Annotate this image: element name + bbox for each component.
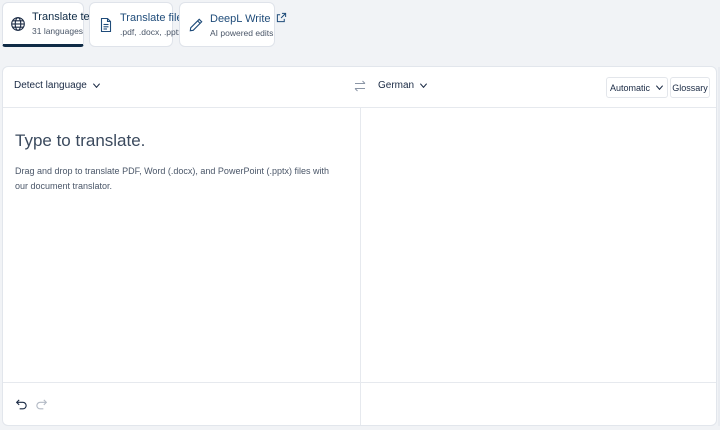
document-icon (98, 17, 114, 33)
globe-icon (10, 16, 26, 32)
source-language-select[interactable]: Detect language (14, 80, 101, 91)
tab-translate-files-text: Translate files .pdf, .docx, .pptx (120, 11, 189, 37)
language-bar: Detect language German Automatic Glossar… (3, 67, 716, 108)
undo-icon[interactable] (15, 398, 28, 411)
footer-divider (3, 382, 716, 383)
external-link-icon (276, 12, 286, 22)
tab-sublabel: AI powered edits (210, 27, 274, 38)
glossary-button[interactable]: Glossary (670, 77, 710, 98)
formality-label: Automatic (609, 82, 651, 93)
tab-label: DeepL Write (210, 12, 271, 25)
chevron-down-icon (92, 83, 100, 89)
tab-translate-files[interactable]: Translate files .pdf, .docx, .pptx (89, 2, 188, 47)
document-hint: Drag and drop to translate PDF, Word (.d… (15, 166, 329, 191)
glossary-label: Glossary (672, 82, 708, 93)
translator-panel: Detect language German Automatic Glossar… (2, 66, 717, 426)
pen-icon (188, 17, 204, 33)
tab-label: Translate files (120, 11, 189, 24)
source-placeholder: Type to translate. (15, 131, 146, 150)
deepl-translator-page: Translate text 31 languages Translate fi… (0, 0, 720, 430)
tab-deepl-write[interactable]: DeepL Write AI powered edits (179, 2, 286, 47)
formality-select[interactable]: Automatic (606, 77, 668, 98)
tab-sublabel: .pdf, .docx, .pptx (120, 26, 183, 37)
panel-divider (360, 107, 361, 425)
target-language-label: German (378, 80, 415, 91)
mode-tabs: Translate text 31 languages Translate fi… (0, 0, 720, 54)
target-language-select[interactable]: German (378, 80, 428, 91)
tab-translate-text[interactable]: Translate text 31 languages (2, 2, 98, 47)
swap-languages-icon[interactable] (353, 79, 367, 93)
chevron-down-icon (655, 85, 664, 91)
chevron-down-icon (420, 83, 428, 89)
source-text-input[interactable]: Type to translate. Drag and drop to tran… (3, 107, 360, 383)
source-language-label: Detect language (14, 80, 87, 91)
tab-label-row: DeepL Write (210, 12, 287, 25)
tab-deepl-write-text: DeepL Write AI powered edits (210, 12, 287, 38)
redo-icon[interactable] (35, 398, 48, 411)
